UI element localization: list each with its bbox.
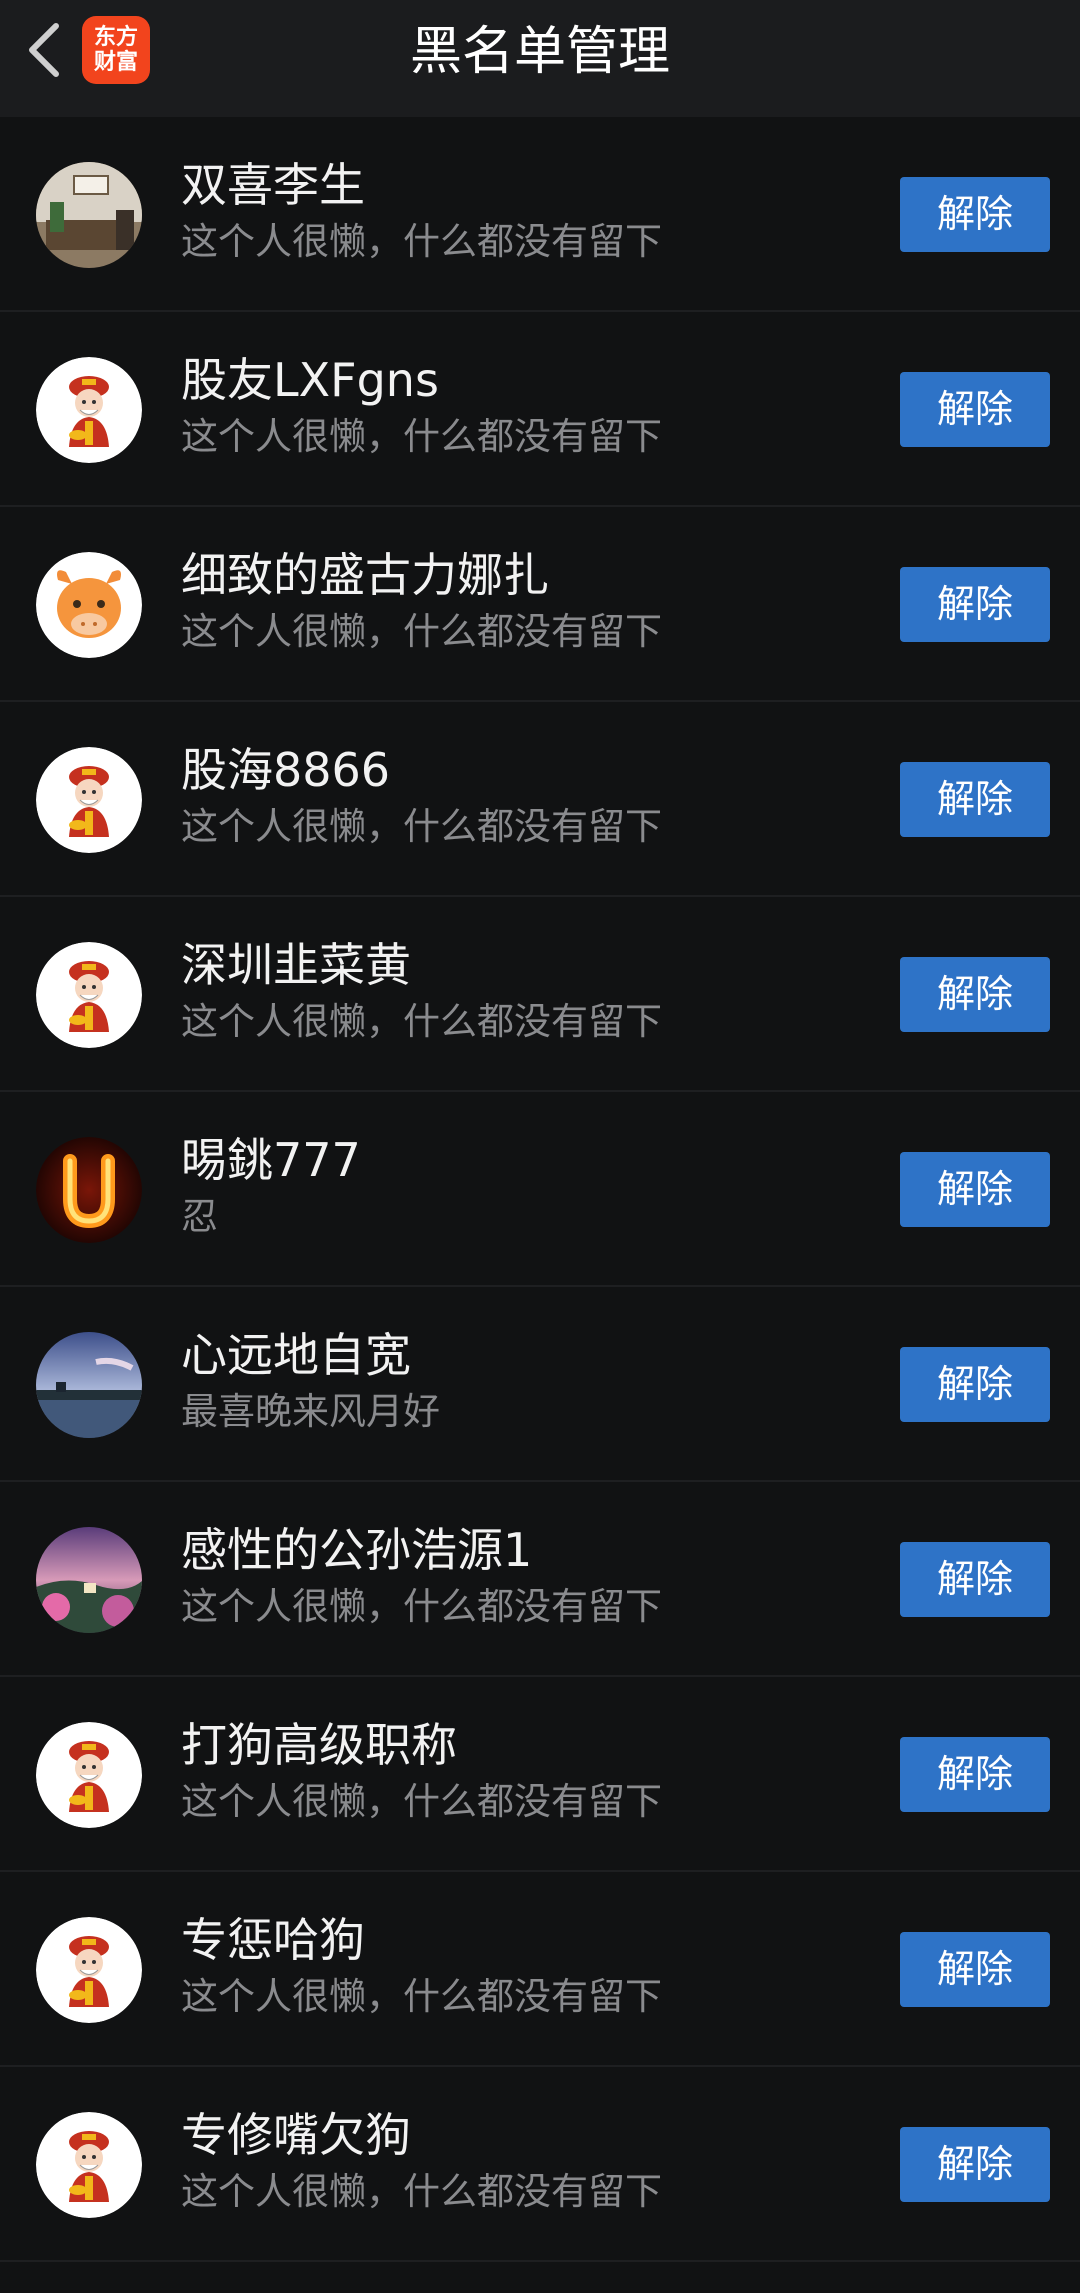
landscape-lake-avatar-icon bbox=[36, 1332, 142, 1438]
unblock-button[interactable]: 解除 bbox=[900, 1347, 1050, 1422]
user-name: 专惩哈狗 bbox=[181, 1913, 365, 1967]
user-name: 双喜李生 bbox=[181, 158, 365, 212]
unblock-button[interactable]: 解除 bbox=[900, 1932, 1050, 2007]
god-of-wealth-avatar-icon bbox=[36, 747, 142, 853]
blacklist-row: 股海8866 这个人很懒，什么都没有留下 解除 bbox=[0, 702, 1080, 897]
avatar[interactable] bbox=[36, 747, 142, 853]
god-of-wealth-avatar-icon bbox=[36, 1722, 142, 1828]
user-signature: 这个人很懒，什么都没有留下 bbox=[181, 1975, 662, 2018]
unblock-button[interactable]: 解除 bbox=[900, 762, 1050, 837]
avatar[interactable] bbox=[36, 1527, 142, 1633]
fire-letter-avatar-icon bbox=[36, 1137, 142, 1243]
landscape-flowers-avatar-icon bbox=[36, 1527, 142, 1633]
avatar[interactable] bbox=[36, 942, 142, 1048]
avatar[interactable] bbox=[36, 1917, 142, 2023]
user-name: 深圳韭菜黄 bbox=[181, 938, 411, 992]
blacklist-row: 心远地自宽 最喜晚来风月好 解除 bbox=[0, 1287, 1080, 1482]
user-signature: 最喜晚来风月好 bbox=[181, 1390, 440, 1433]
blacklist-row: 双喜李生 这个人很懒，什么都没有留下 解除 bbox=[0, 117, 1080, 312]
avatar[interactable] bbox=[36, 357, 142, 463]
user-name: 细致的盛古力娜扎 bbox=[181, 548, 549, 602]
user-signature: 这个人很懒，什么都没有留下 bbox=[181, 2170, 662, 2213]
user-name: 晹銚777 bbox=[181, 1133, 361, 1187]
blacklist-row: 深圳韭菜黄 这个人很懒，什么都没有留下 解除 bbox=[0, 897, 1080, 1092]
unblock-button[interactable]: 解除 bbox=[900, 567, 1050, 642]
blacklist-row: 股友LXFgns 这个人很懒，什么都没有留下 解除 bbox=[0, 312, 1080, 507]
avatar[interactable] bbox=[36, 162, 142, 268]
user-signature: 这个人很懒，什么都没有留下 bbox=[181, 415, 662, 458]
avatar[interactable] bbox=[36, 1332, 142, 1438]
user-signature: 这个人很懒，什么都没有留下 bbox=[181, 805, 662, 848]
photo-avatar-icon bbox=[36, 162, 142, 268]
ox-avatar-icon bbox=[36, 552, 142, 658]
unblock-button[interactable]: 解除 bbox=[900, 2127, 1050, 2202]
user-signature: 这个人很懒，什么都没有留下 bbox=[181, 1000, 662, 1043]
unblock-button[interactable]: 解除 bbox=[900, 177, 1050, 252]
blacklist: 双喜李生 这个人很懒，什么都没有留下 解除 股友LXFgns 这个人很懒，什么都… bbox=[0, 117, 1080, 2262]
blacklist-row: 专惩哈狗 这个人很懒，什么都没有留下 解除 bbox=[0, 1872, 1080, 2067]
unblock-button[interactable]: 解除 bbox=[900, 1737, 1050, 1812]
user-signature: 这个人很懒，什么都没有留下 bbox=[181, 1585, 662, 1628]
avatar[interactable] bbox=[36, 1722, 142, 1828]
god-of-wealth-avatar-icon bbox=[36, 1917, 142, 2023]
blacklist-row: 打狗高级职称 这个人很懒，什么都没有留下 解除 bbox=[0, 1677, 1080, 1872]
avatar[interactable] bbox=[36, 552, 142, 658]
god-of-wealth-avatar-icon bbox=[36, 357, 142, 463]
unblock-button[interactable]: 解除 bbox=[900, 1152, 1050, 1227]
blacklist-row: 感性的公孙浩源1 这个人很懒，什么都没有留下 解除 bbox=[0, 1482, 1080, 1677]
unblock-button[interactable]: 解除 bbox=[900, 372, 1050, 447]
user-name: 股友LXFgns bbox=[181, 353, 439, 407]
user-name: 专修嘴欠狗 bbox=[181, 2108, 411, 2162]
user-signature: 忍 bbox=[181, 1195, 218, 1238]
user-name: 感性的公孙浩源1 bbox=[181, 1523, 533, 1577]
user-name: 股海8866 bbox=[181, 743, 391, 797]
god-of-wealth-avatar-icon bbox=[36, 942, 142, 1048]
user-signature: 这个人很懒，什么都没有留下 bbox=[181, 220, 662, 263]
blacklist-row: 晹銚777 忍 解除 bbox=[0, 1092, 1080, 1287]
app-header: 东方 财富 黑名单管理 bbox=[0, 0, 1080, 117]
unblock-button[interactable]: 解除 bbox=[900, 1542, 1050, 1617]
unblock-button[interactable]: 解除 bbox=[900, 957, 1050, 1032]
user-name: 心远地自宽 bbox=[181, 1328, 411, 1382]
avatar[interactable] bbox=[36, 2112, 142, 2218]
user-signature: 这个人很懒，什么都没有留下 bbox=[181, 610, 662, 653]
user-signature: 这个人很懒，什么都没有留下 bbox=[181, 1780, 662, 1823]
blacklist-row: 专修嘴欠狗 这个人很懒，什么都没有留下 解除 bbox=[0, 2067, 1080, 2262]
user-name: 打狗高级职称 bbox=[181, 1718, 457, 1772]
avatar[interactable] bbox=[36, 1137, 142, 1243]
page-title: 黑名单管理 bbox=[409, 22, 670, 82]
blacklist-row: 细致的盛古力娜扎 这个人很懒，什么都没有留下 解除 bbox=[0, 507, 1080, 702]
god-of-wealth-avatar-icon bbox=[36, 2112, 142, 2218]
